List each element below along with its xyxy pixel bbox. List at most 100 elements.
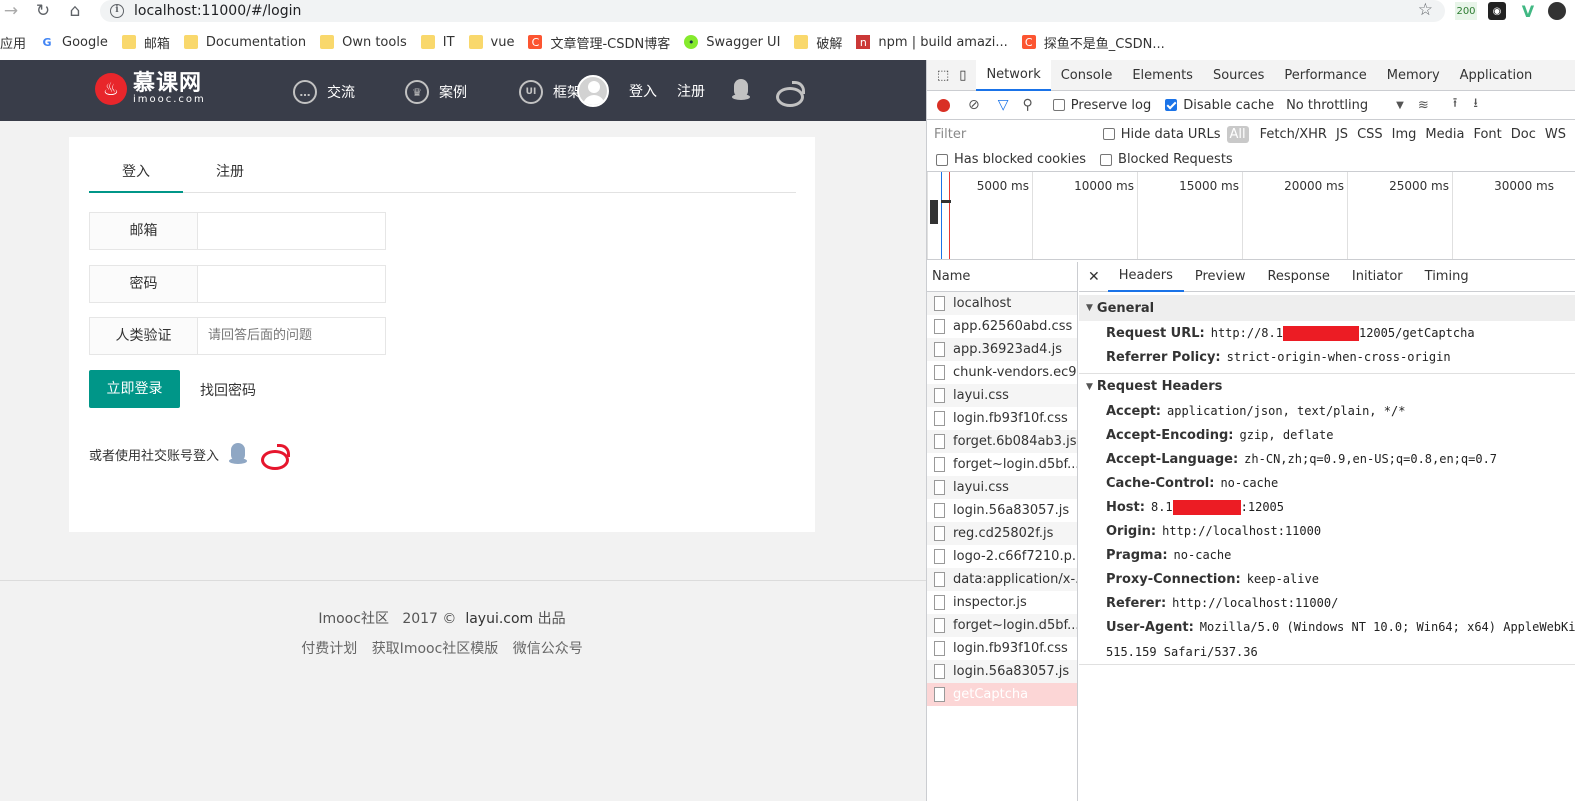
request-row[interactable]: forget.6b084ab3.js: [927, 430, 1077, 453]
forgot-password-link[interactable]: 找回密码: [200, 380, 256, 400]
throttling-select[interactable]: No throttling: [1286, 98, 1368, 113]
upload-icon[interactable]: ⭱: [1453, 94, 1458, 116]
request-row[interactable]: inspector.js: [927, 591, 1077, 614]
qq-icon[interactable]: [229, 443, 248, 465]
password-input[interactable]: [198, 266, 385, 302]
bookmark-vue[interactable]: vue: [468, 35, 514, 50]
tab-application[interactable]: Application: [1450, 60, 1543, 91]
bookmark-crack[interactable]: 破解: [794, 33, 842, 52]
request-row[interactable]: login.56a83057.js: [927, 499, 1077, 522]
request-row[interactable]: logo-2.c66f7210.p...: [927, 545, 1077, 568]
tab-elements[interactable]: Elements: [1122, 60, 1203, 91]
disable-cache-checkbox[interactable]: Disable cache: [1165, 98, 1274, 113]
tab-initiator[interactable]: Initiator: [1341, 263, 1414, 291]
bookmark-mail[interactable]: 邮箱: [121, 33, 170, 52]
email-input[interactable]: [198, 213, 385, 249]
bookmark-apps[interactable]: 应用: [0, 33, 26, 52]
request-row[interactable]: forget~login.d5bf...: [927, 453, 1077, 476]
download-icon[interactable]: ⭳: [1473, 94, 1478, 116]
tab-preview[interactable]: Preview: [1184, 263, 1257, 291]
weibo-icon[interactable]: [776, 81, 805, 107]
request-row[interactable]: app.36923ad4.js: [927, 338, 1077, 361]
bookmark-google[interactable]: G Google: [40, 35, 108, 50]
bookmark-documentation[interactable]: Documentation: [183, 35, 306, 50]
type-media[interactable]: Media: [1425, 127, 1464, 142]
inspect-icon[interactable]: ⬚: [927, 60, 955, 91]
request-row[interactable]: login.fb93f10f.css: [927, 637, 1077, 660]
name-column-header[interactable]: Name: [927, 262, 1077, 292]
extension-icon[interactable]: ◉: [1488, 2, 1506, 20]
url-text[interactable]: localhost:11000/#/login: [134, 3, 301, 19]
bookmark-swagger[interactable]: • Swagger UI: [684, 35, 780, 50]
request-row[interactable]: getCaptcha: [927, 683, 1077, 706]
request-row[interactable]: layui.css: [927, 384, 1077, 407]
request-row[interactable]: localhost: [927, 292, 1077, 315]
device-toolbar-icon[interactable]: ▯: [955, 60, 976, 91]
request-row[interactable]: login.fb93f10f.css: [927, 407, 1077, 430]
tab-sources[interactable]: Sources: [1203, 60, 1274, 91]
tab-login[interactable]: 登入: [89, 137, 183, 193]
weibo-icon[interactable]: [261, 444, 291, 470]
filter-icon[interactable]: ▽: [998, 97, 1009, 113]
footer-link-wechat[interactable]: 微信公众号: [513, 641, 583, 657]
extension-badge[interactable]: 200: [1455, 2, 1477, 20]
close-icon[interactable]: ✕: [1079, 269, 1108, 285]
general-section[interactable]: ▼ General: [1079, 295, 1575, 321]
request-row[interactable]: chunk-vendors.ec9...: [927, 361, 1077, 384]
bookmark-csdn[interactable]: C 文章管理-CSDN博客: [528, 33, 670, 52]
tab-register[interactable]: 注册: [183, 137, 277, 193]
has-blocked-cookies-checkbox[interactable]: Has blocked cookies: [936, 152, 1086, 167]
blocked-requests-checkbox[interactable]: Blocked Requests: [1100, 152, 1233, 167]
wifi-settings-icon[interactable]: ≋: [1418, 98, 1429, 113]
filter-input[interactable]: Filter: [934, 127, 1084, 142]
reload-icon[interactable]: ↻: [32, 0, 54, 22]
tab-network[interactable]: Network: [976, 59, 1051, 91]
forward-icon[interactable]: →: [0, 0, 22, 22]
bookmark-npm[interactable]: n npm | build amazi...: [856, 35, 1008, 50]
tab-headers[interactable]: Headers: [1107, 262, 1184, 292]
type-font[interactable]: Font: [1473, 127, 1501, 142]
tab-response[interactable]: Response: [1256, 263, 1340, 291]
tab-performance[interactable]: Performance: [1274, 60, 1376, 91]
nav-framework[interactable]: UI 框架: [519, 80, 581, 104]
request-row[interactable]: layui.css: [927, 476, 1077, 499]
type-img[interactable]: Img: [1392, 127, 1417, 142]
tab-timing[interactable]: Timing: [1414, 263, 1480, 291]
network-timeline[interactable]: 5000 ms 10000 ms 15000 ms 20000 ms 25000…: [927, 172, 1575, 260]
type-all[interactable]: All: [1226, 125, 1249, 143]
home-icon[interactable]: ⌂: [64, 0, 86, 22]
request-row[interactable]: data:application/x-...: [927, 568, 1077, 591]
vue-devtools-icon[interactable]: V: [1518, 2, 1538, 21]
info-icon[interactable]: i: [110, 4, 124, 18]
bookmark-csdn-2[interactable]: C 探鱼不是鱼_CSDN...: [1021, 33, 1165, 52]
type-doc[interactable]: Doc: [1511, 127, 1536, 142]
footer-link-template[interactable]: 获取Imooc社区模版: [372, 641, 499, 657]
header-register-link[interactable]: 注册: [677, 81, 705, 101]
captcha-input[interactable]: 请回答后面的问题: [198, 318, 385, 354]
nav-cases[interactable]: ♛ 案例: [405, 80, 467, 104]
bookmark-own-tools[interactable]: Own tools: [320, 35, 407, 50]
tab-memory[interactable]: Memory: [1377, 60, 1450, 91]
login-button[interactable]: 立即登录: [89, 370, 180, 408]
request-row[interactable]: app.62560abd.css: [927, 315, 1077, 338]
type-js[interactable]: JS: [1336, 127, 1348, 142]
hide-data-urls-checkbox[interactable]: Hide data URLs: [1102, 127, 1221, 142]
site-logo[interactable]: ♨ 慕课网 imooc.com: [95, 73, 206, 105]
extension-icon-2[interactable]: [1548, 2, 1566, 20]
type-ws[interactable]: WS: [1545, 127, 1566, 142]
request-headers-section[interactable]: ▼ Request Headers: [1079, 373, 1575, 399]
address-bar[interactable]: i localhost:11000/#/login ☆: [100, 0, 1445, 22]
layui-link[interactable]: layui.com: [465, 611, 533, 627]
preserve-log-checkbox[interactable]: Preserve log: [1052, 98, 1151, 113]
request-row[interactable]: reg.cd25802f.js: [927, 522, 1077, 545]
qq-icon[interactable]: [732, 79, 750, 101]
bookmark-star-icon[interactable]: ☆: [1418, 0, 1433, 20]
type-fetch-xhr[interactable]: Fetch/XHR: [1260, 127, 1327, 142]
header-login-link[interactable]: 登入: [629, 81, 657, 101]
clear-icon[interactable]: ⊘: [968, 97, 980, 113]
tab-console[interactable]: Console: [1051, 60, 1123, 91]
request-row[interactable]: login.56a83057.js: [927, 660, 1077, 683]
request-row[interactable]: forget~login.d5bf...: [927, 614, 1077, 637]
search-icon[interactable]: ⚲: [1023, 97, 1033, 113]
bookmark-it[interactable]: IT: [420, 35, 455, 50]
